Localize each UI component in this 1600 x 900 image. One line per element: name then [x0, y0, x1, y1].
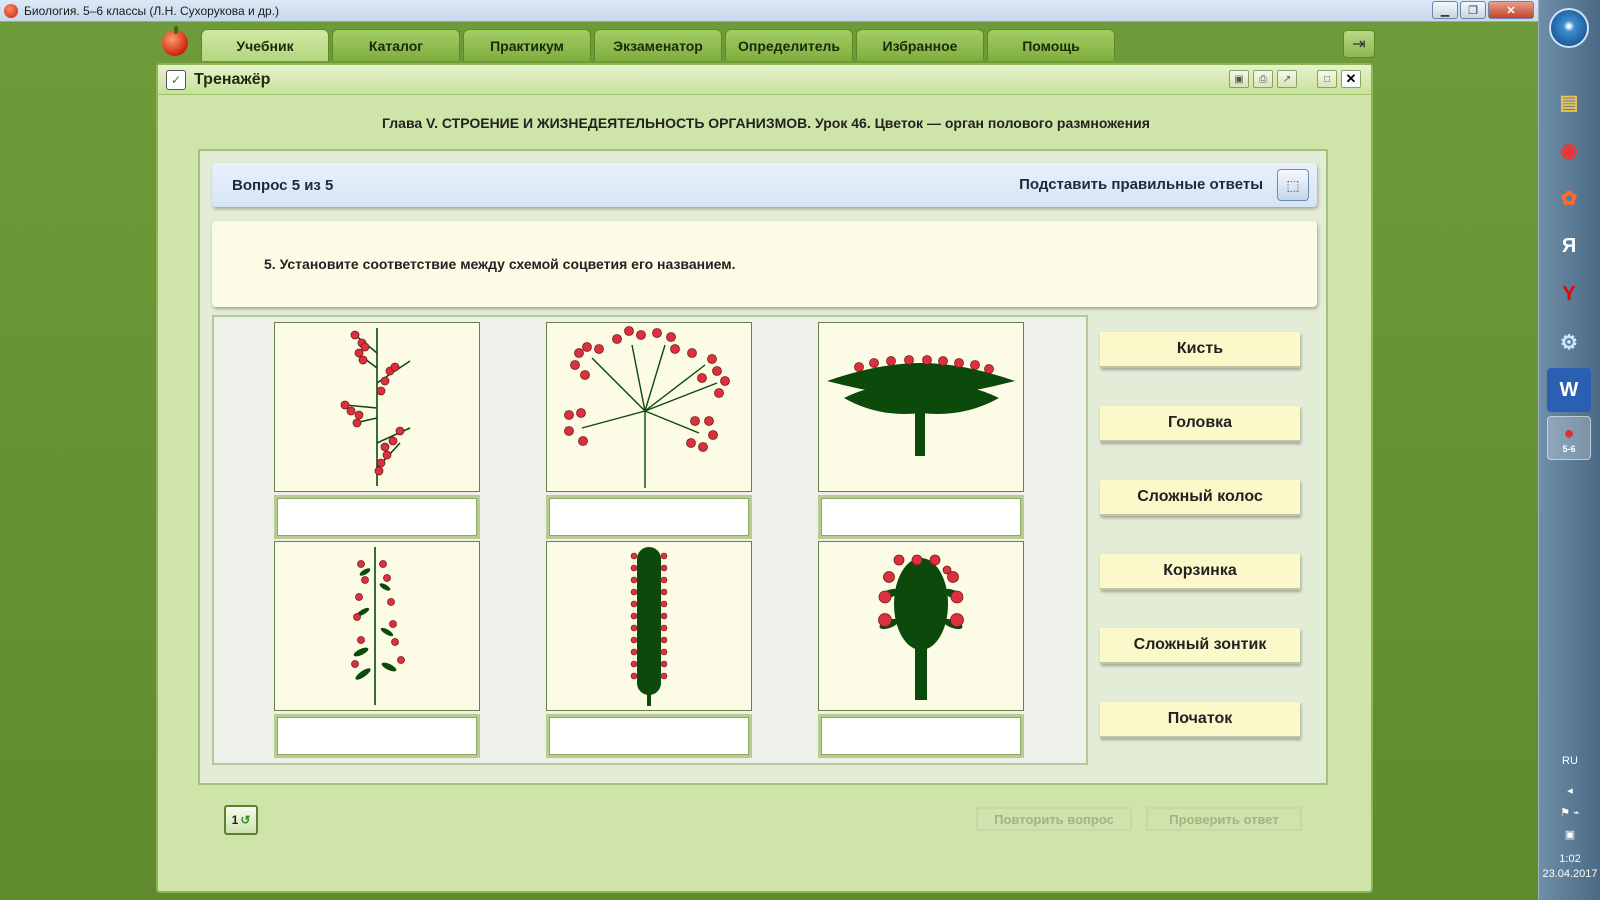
export-icon[interactable]: ↗ — [1277, 70, 1297, 88]
check-answer-button[interactable]: Проверить ответ — [1146, 807, 1302, 831]
question-text-box: 5. Установите соответствие между схемой … — [212, 221, 1317, 307]
answer-slot-5[interactable] — [546, 714, 752, 758]
panel-header: ✓ Тренажёр ▣ ⎙ ↗ □ ✕ — [158, 65, 1371, 95]
restore-icon[interactable]: □ — [1317, 70, 1337, 88]
substitute-answers-button[interactable]: ⬚ — [1277, 169, 1309, 201]
head-diagram-icon — [818, 541, 1024, 711]
repeat-question-button[interactable]: Повторить вопрос — [976, 807, 1132, 831]
compound-umbel-diagram-icon — [546, 322, 752, 492]
tab-examiner[interactable]: Экзаменатор — [594, 29, 722, 61]
reset-label: 1 — [231, 813, 239, 827]
tray-expand-icon[interactable]: ◂ — [1539, 784, 1600, 797]
close-panel-icon[interactable]: ✕ — [1341, 70, 1361, 88]
exit-icon[interactable]: ⇥ — [1343, 30, 1375, 58]
flag-icon[interactable]: ⚑ ⌁ — [1539, 806, 1600, 819]
reset-question-button[interactable]: 1 ↺ — [224, 805, 258, 835]
chrome-icon[interactable]: ◉ — [1547, 128, 1591, 172]
panel-title: Тренажёр — [194, 70, 271, 88]
answer-slot-1[interactable] — [274, 495, 480, 539]
save-icon[interactable]: ▣ — [1229, 70, 1249, 88]
network-tray-icon[interactable]: ▣ — [1539, 828, 1600, 841]
tab-textbook[interactable]: Учебник — [201, 29, 329, 61]
tab-favorites[interactable]: Избранное — [856, 29, 984, 61]
answer-basket[interactable]: Корзинка — [1100, 554, 1300, 590]
app-icon[interactable]: ✿ — [1547, 176, 1591, 220]
taskbar: ▤ ◉ ✿ Я Y ⚙ W ● 5-6 RU ◂ ⚑ ⌁ ▣ 1:02 23.0… — [1538, 0, 1600, 900]
chapter-title: Глава V. СТРОЕНИЕ И ЖИЗНЕДЕЯТЕЛЬНОСТЬ ОР… — [382, 115, 1150, 131]
main-tabs: Учебник Каталог Практикум Экзаменатор Оп… — [201, 29, 1115, 61]
compound-spike-diagram-icon — [274, 541, 480, 711]
word-icon[interactable]: W — [1547, 368, 1591, 412]
answer-slot-2[interactable] — [546, 495, 752, 539]
clock-date[interactable]: 23.04.2017 — [1539, 868, 1600, 880]
substitute-answers-label: Подставить правильные ответы — [1019, 176, 1263, 193]
capitulum-basket-diagram-icon — [818, 322, 1024, 492]
apple-app-icon — [4, 3, 18, 18]
answer-slot-6[interactable] — [818, 714, 1024, 758]
clock-time[interactable]: 1:02 — [1539, 853, 1600, 865]
tab-identifier[interactable]: Определитель — [725, 29, 853, 61]
minimize-button[interactable]: ▁ — [1432, 1, 1458, 19]
maximize-button[interactable]: ❐ — [1460, 1, 1486, 19]
yandex-icon[interactable]: Я — [1547, 224, 1591, 268]
tab-catalog[interactable]: Каталог — [332, 29, 460, 61]
answer-raceme[interactable]: Кисть — [1100, 332, 1300, 368]
tab-help[interactable]: Помощь — [987, 29, 1115, 61]
trainer-icon: ✓ — [166, 69, 186, 90]
answer-head[interactable]: Головка — [1100, 406, 1300, 442]
apple-logo-icon — [162, 26, 188, 56]
folder-icon[interactable]: ▤ — [1547, 80, 1591, 124]
network-icon[interactable]: ⚙ — [1547, 320, 1591, 364]
question-counter: Вопрос 5 из 5 — [232, 176, 334, 194]
answer-compound-umbel[interactable]: Сложный зонтик — [1100, 628, 1300, 664]
answer-slot-3[interactable] — [818, 495, 1024, 539]
panel-tools: ▣ ⎙ ↗ □ ✕ — [1229, 70, 1361, 88]
language-indicator[interactable]: RU — [1539, 755, 1600, 767]
inflorescence-grid — [212, 315, 1088, 765]
close-window-button[interactable]: ✕ — [1488, 1, 1534, 19]
windows-start-icon[interactable] — [1549, 8, 1589, 48]
window-controls: ▁ ❐ ✕ — [1432, 1, 1534, 19]
tab-practicum[interactable]: Практикум — [463, 29, 591, 61]
answer-spadix[interactable]: Початок — [1100, 702, 1300, 738]
question-bar: Вопрос 5 из 5 Подставить правильные отве… — [212, 163, 1317, 207]
question-area: Вопрос 5 из 5 Подставить правильные отве… — [198, 149, 1328, 785]
reset-arrow-icon: ↺ — [240, 813, 251, 827]
raceme-diagram-icon — [274, 322, 480, 492]
os-title-bar: Биология. 5–6 классы (Л.Н. Сухорукова и … — [0, 0, 1538, 22]
biology-app-icon[interactable]: ● 5-6 — [1547, 416, 1591, 460]
print-icon[interactable]: ⎙ — [1253, 70, 1273, 88]
biology-app-badge: 5-6 — [1562, 443, 1576, 454]
trainer-panel: ✓ Тренажёр ▣ ⎙ ↗ □ ✕ Глава V. СТРОЕНИЕ И… — [156, 63, 1373, 893]
spadix-diagram-icon — [546, 541, 752, 711]
yandex-browser-icon[interactable]: Y — [1547, 272, 1591, 316]
answer-slot-4[interactable] — [274, 714, 480, 758]
question-text: 5. Установите соответствие между схемой … — [264, 256, 736, 272]
answer-compound-spike[interactable]: Сложный колос — [1100, 480, 1300, 516]
window-title: Биология. 5–6 классы (Л.Н. Сухорукова и … — [24, 3, 280, 18]
